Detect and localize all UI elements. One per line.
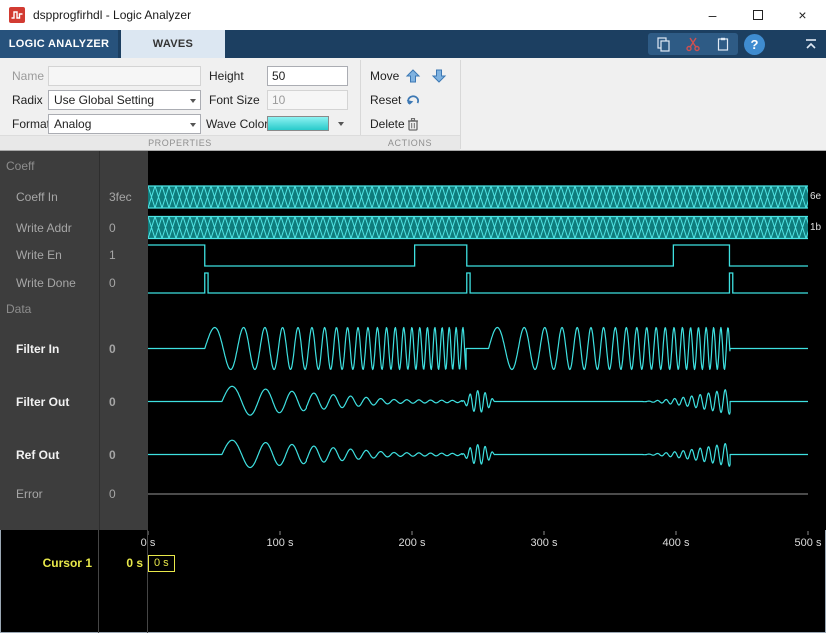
waveform-display[interactable] <box>148 151 826 530</box>
app-icon <box>9 7 25 23</box>
signal-value: 0 <box>100 214 148 241</box>
bus-edge-value: 6e <box>810 191 821 202</box>
signal-value: 0 <box>100 375 148 428</box>
axis-ticks <box>148 531 808 535</box>
axis-tick-label: 200 s <box>399 537 426 549</box>
section-label-actions: ACTIONS <box>360 135 460 150</box>
minimize-button[interactable]: – <box>690 1 735 29</box>
signal-value: 0 <box>100 428 148 481</box>
column-divider <box>147 530 148 633</box>
quick-access-toolbar <box>648 33 738 55</box>
radix-value: Use Global Setting <box>54 93 154 107</box>
move-down-button[interactable] <box>428 65 450 87</box>
wave-color-dropdown[interactable] <box>333 114 347 134</box>
tab-waves[interactable]: WAVES <box>121 30 225 58</box>
signal-name[interactable]: Write Done <box>0 269 99 296</box>
cut-button[interactable] <box>682 34 704 54</box>
section-divider <box>460 60 461 149</box>
delete-button[interactable] <box>402 113 424 135</box>
maximize-button[interactable] <box>735 1 780 29</box>
name-label: Name <box>12 66 44 86</box>
signal-name[interactable]: Coeff In <box>0 180 99 214</box>
format-select[interactable]: Analog <box>48 114 201 134</box>
font-size-label: Font Size <box>209 90 260 110</box>
delete-label: Delete <box>370 114 405 134</box>
signal-values-column: 3fec0100000 <box>99 151 148 530</box>
paste-button[interactable] <box>712 34 734 54</box>
height-input[interactable] <box>267 66 348 86</box>
help-button[interactable]: ? <box>744 34 765 55</box>
reset-button[interactable] <box>402 89 424 111</box>
cursor-time-box[interactable]: 0 s <box>148 555 175 572</box>
tab-logic-analyzer[interactable]: LOGIC ANALYZER <box>0 30 118 58</box>
signal-name[interactable]: Filter Out <box>0 375 99 428</box>
name-input[interactable] <box>48 66 201 86</box>
collapse-toolstrip-button[interactable] <box>800 34 822 54</box>
axis-tick-label: 500 s <box>795 537 822 549</box>
trash-icon <box>405 116 421 132</box>
wave-color-swatch[interactable] <box>267 116 329 131</box>
chevron-down-icon <box>190 123 196 127</box>
down-arrow-icon <box>431 68 447 84</box>
up-arrow-icon <box>405 68 421 84</box>
signal-name[interactable]: Error <box>0 481 99 507</box>
maximize-icon <box>753 10 763 20</box>
signal-names-column: CoeffCoeff InWrite AddrWrite EnWrite Don… <box>0 151 99 530</box>
font-size-input[interactable] <box>267 90 348 110</box>
reset-label: Reset <box>370 90 401 110</box>
section-label-properties: PROPERTIES <box>0 135 360 150</box>
undo-arrow-icon <box>405 92 421 108</box>
format-value: Analog <box>54 117 91 131</box>
format-label: Format <box>12 114 50 134</box>
move-label: Move <box>370 66 399 86</box>
cursor-name: Cursor 1 <box>0 556 92 570</box>
collapse-icon <box>803 36 819 52</box>
radix-label: Radix <box>12 90 43 110</box>
bus-edge-value: 1b <box>810 222 821 233</box>
titlebar: dspprogfirhdl - Logic Analyzer – × <box>0 0 826 30</box>
signal-value: 0 <box>100 322 148 375</box>
axis-tick-label: 0 s <box>141 537 156 549</box>
close-button[interactable]: × <box>780 1 825 29</box>
chevron-down-icon <box>338 122 344 126</box>
column-divider <box>98 530 99 633</box>
chevron-down-icon <box>190 99 196 103</box>
signal-group-label[interactable]: Coeff <box>0 151 99 180</box>
signal-name[interactable]: Write En <box>0 241 99 269</box>
move-up-button[interactable] <box>402 65 424 87</box>
signal-name[interactable]: Write Addr <box>0 214 99 241</box>
axis-tick-label: 400 s <box>663 537 690 549</box>
axis-tick-label: 300 s <box>531 537 558 549</box>
height-label: Height <box>209 66 244 86</box>
signal-name[interactable]: Filter In <box>0 322 99 375</box>
signal-group-label[interactable]: Data <box>0 296 99 322</box>
signal-value: 0 <box>100 481 148 507</box>
copy-button[interactable] <box>652 34 674 54</box>
tabstrip: LOGIC ANALYZER WAVES ? <box>0 30 826 58</box>
cursor-value: 0 s <box>99 556 143 570</box>
signal-value: 0 <box>100 269 148 296</box>
signal-value: 3fec <box>100 180 148 214</box>
axis-tick-label: 100 s <box>267 537 294 549</box>
window-title: dspprogfirhdl - Logic Analyzer <box>33 8 191 22</box>
toolstrip: Name Radix Use Global Setting Format Ana… <box>0 58 826 151</box>
signal-value: 1 <box>100 241 148 269</box>
wave-color-label: Wave Color <box>206 114 268 134</box>
logic-analyzer-window: dspprogfirhdl - Logic Analyzer – × LOGIC… <box>0 0 826 633</box>
radix-select[interactable]: Use Global Setting <box>48 90 201 110</box>
signal-name[interactable]: Ref Out <box>0 428 99 481</box>
